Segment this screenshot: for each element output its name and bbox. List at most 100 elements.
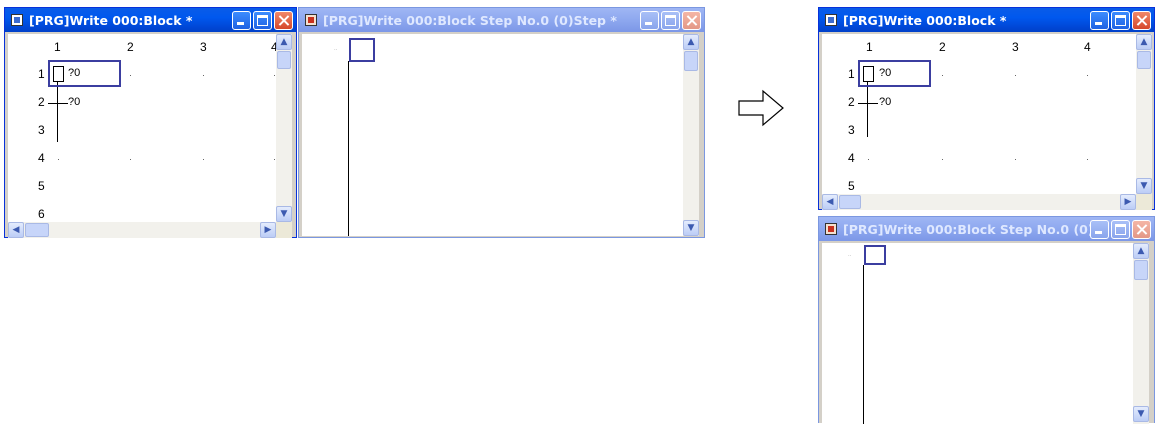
row-number: 6 xyxy=(38,207,45,221)
title-bar[interactable]: [PRG]Write 000:Block * xyxy=(819,8,1154,32)
instruction-label: ?0 xyxy=(68,96,81,108)
grid-dot xyxy=(942,159,943,160)
row-number: 5 xyxy=(848,179,855,193)
window-title: [PRG]Write 000:Block Step No.0 (0)... xyxy=(843,221,1090,237)
maximize-button[interactable] xyxy=(1111,219,1130,239)
scroll-thumb[interactable] xyxy=(684,51,698,71)
row-number: 2 xyxy=(38,95,45,109)
minimize-button[interactable] xyxy=(1090,219,1109,239)
column-number: 3 xyxy=(1012,40,1019,54)
scroll-thumb[interactable] xyxy=(839,195,861,209)
grid-dot xyxy=(58,159,59,160)
column-number: 2 xyxy=(939,40,946,54)
grid-dot xyxy=(130,159,131,160)
title-bar[interactable]: [PRG]Write 000:Block * xyxy=(5,8,296,32)
minimize-button[interactable] xyxy=(1090,10,1109,30)
column-number: 3 xyxy=(200,40,207,54)
block-window-left[interactable]: [PRG]Write 000:Block * 1 2 3 4 1 2 3 4 5… xyxy=(4,7,297,238)
scroll-thumb[interactable] xyxy=(25,223,49,237)
row-number: 4 xyxy=(38,151,45,165)
scroll-down-button[interactable]: ▼ xyxy=(1133,406,1149,422)
row-number: 3 xyxy=(848,123,855,137)
maximize-button[interactable] xyxy=(661,10,680,30)
block-window-icon xyxy=(11,14,23,26)
horizontal-scrollbar[interactable]: ◀ ▶ xyxy=(8,222,276,238)
resize-grip[interactable] xyxy=(276,222,292,238)
title-bar[interactable]: [PRG]Write 000:Block Step No.0 (0)Step * xyxy=(299,8,704,32)
close-button[interactable] xyxy=(682,10,701,30)
close-button[interactable] xyxy=(274,10,293,30)
ladder-grid[interactable]: 1 2 3 4 1 2 3 4 5 ?0 ?0 xyxy=(822,34,1136,194)
column-number: 2 xyxy=(127,40,134,54)
scroll-thumb[interactable] xyxy=(1137,51,1151,69)
row-number: 2 xyxy=(848,95,855,109)
scroll-up-button[interactable]: ▲ xyxy=(1133,243,1149,259)
minimize-button[interactable] xyxy=(232,10,251,30)
vertical-scrollbar[interactable]: ▲ ▼ xyxy=(683,34,699,236)
maximize-button[interactable] xyxy=(1111,10,1130,30)
branch-line xyxy=(48,103,68,104)
title-bar[interactable]: [PRG]Write 000:Block Step No.0 (0)... xyxy=(819,217,1154,241)
column-number: 4 xyxy=(1084,40,1091,54)
block-window-right[interactable]: [PRG]Write 000:Block * 1 2 3 4 1 2 3 4 5… xyxy=(818,7,1155,210)
vertical-scrollbar[interactable]: ▲ ▼ xyxy=(1133,243,1149,424)
scroll-left-button[interactable]: ◀ xyxy=(8,222,24,238)
scroll-thumb[interactable] xyxy=(1134,260,1148,280)
step-window-icon xyxy=(305,14,317,26)
grid-dot xyxy=(1087,75,1088,76)
vertical-scrollbar[interactable]: ▲ ▼ xyxy=(1136,34,1152,194)
scroll-right-button[interactable]: ▶ xyxy=(1120,194,1136,210)
ladder-grid[interactable]: 1 2 3 4 1 2 3 4 5 6 ?0 ?0 xyxy=(8,34,276,222)
window-title: [PRG]Write 000:Block * xyxy=(843,12,1007,28)
step-window-right[interactable]: [PRG]Write 000:Block Step No.0 (0)... ‥ … xyxy=(818,216,1155,424)
grid-dot xyxy=(130,75,131,76)
window-title: [PRG]Write 000:Block Step No.0 (0)Step * xyxy=(323,12,617,28)
block-window-icon xyxy=(825,14,837,26)
scroll-up-button[interactable]: ▲ xyxy=(1136,34,1152,50)
step-rail xyxy=(863,265,864,424)
column-number: 1 xyxy=(54,40,61,54)
step-window-icon xyxy=(825,223,837,235)
grid-dot xyxy=(274,75,275,76)
scroll-down-button[interactable]: ▼ xyxy=(276,206,292,222)
vertical-scrollbar[interactable]: ▲ ▼ xyxy=(276,34,292,222)
cell-cursor[interactable] xyxy=(864,245,886,265)
row-number: 3 xyxy=(38,123,45,137)
step-editor[interactable]: ‥ xyxy=(822,243,1133,424)
close-button[interactable] xyxy=(1132,10,1151,30)
close-button[interactable] xyxy=(1132,219,1151,239)
scroll-right-button[interactable]: ▶ xyxy=(260,222,276,238)
grid-dot xyxy=(1087,159,1088,160)
scroll-down-button[interactable]: ▼ xyxy=(683,220,699,236)
grid-dot xyxy=(203,159,204,160)
step-window-left[interactable]: [PRG]Write 000:Block Step No.0 (0)Step *… xyxy=(298,7,705,238)
ladder-rail xyxy=(57,82,58,142)
minimize-button[interactable] xyxy=(640,10,659,30)
scroll-up-button[interactable]: ▲ xyxy=(683,34,699,50)
window-title: [PRG]Write 000:Block * xyxy=(29,12,193,28)
row-number: 5 xyxy=(38,179,45,193)
scroll-up-button[interactable]: ▲ xyxy=(276,34,292,50)
scroll-down-button[interactable]: ▼ xyxy=(1136,178,1152,194)
horizontal-scrollbar[interactable]: ◀ ▶ xyxy=(822,194,1136,210)
cell-cursor[interactable] xyxy=(349,38,375,62)
right-arrow-icon xyxy=(738,89,784,127)
step-marker: ‥ xyxy=(334,46,338,52)
grid-dot xyxy=(1015,159,1016,160)
grid-dot xyxy=(274,159,275,160)
grid-dot xyxy=(203,75,204,76)
row-number: 1 xyxy=(38,67,45,81)
grid-dot xyxy=(942,75,943,76)
scroll-thumb[interactable] xyxy=(277,51,291,69)
cell-cursor[interactable] xyxy=(48,60,121,87)
resize-grip[interactable] xyxy=(1136,194,1152,210)
step-rail xyxy=(348,61,349,236)
step-marker: ‥ xyxy=(848,252,852,258)
cell-cursor[interactable] xyxy=(858,60,931,87)
step-editor[interactable]: ‥ xyxy=(302,34,683,236)
branch-line xyxy=(858,103,878,104)
maximize-button[interactable] xyxy=(253,10,272,30)
row-number: 1 xyxy=(848,67,855,81)
column-number: 1 xyxy=(866,40,873,54)
scroll-left-button[interactable]: ◀ xyxy=(822,194,838,210)
